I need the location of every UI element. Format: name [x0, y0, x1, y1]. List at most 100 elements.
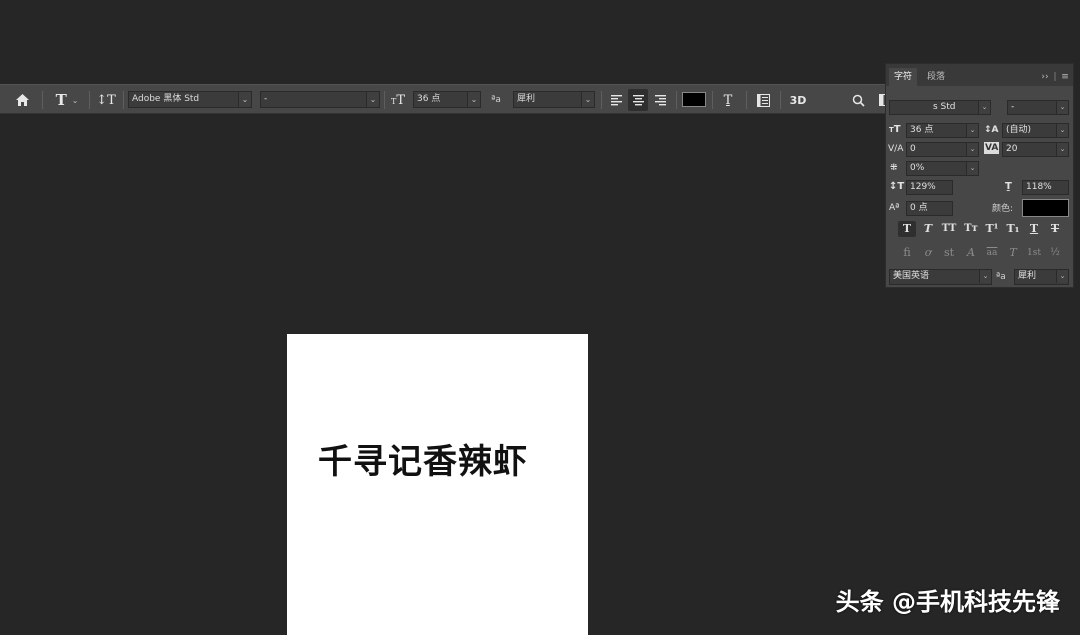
- text-orientation-icon[interactable]: ↕T: [94, 85, 118, 115]
- superscript-button[interactable]: T¹: [983, 221, 1001, 237]
- font-style-value: -: [264, 94, 268, 104]
- type-tool-preset-picker[interactable]: T ⌄: [50, 85, 84, 115]
- canvas-text-layer[interactable]: 千寻记香辣虾: [318, 434, 528, 483]
- panel-vertical-scale-value: 129%: [910, 182, 936, 192]
- font-size-select[interactable]: 36 点 ⌄: [413, 91, 481, 108]
- panel-leading-value: (自动): [1006, 125, 1032, 135]
- strikethrough-button[interactable]: T: [1046, 221, 1064, 237]
- panel-leading-select[interactable]: (自动) ⌄: [1002, 123, 1069, 138]
- tsume-icon: ⁜: [890, 163, 898, 173]
- panel-kerning-select[interactable]: 0 ⌄: [906, 142, 979, 157]
- font-family-select[interactable]: Adobe 黑体 Std ⌄: [128, 91, 252, 108]
- search-icon[interactable]: [848, 85, 868, 115]
- options-bar: T ⌄ ↕T Adobe 黑体 Std ⌄ - ⌄ TT 36 点 ⌄ ªa 犀…: [0, 84, 938, 114]
- chevron-down-icon: ⌄: [1056, 124, 1068, 137]
- chevron-down-icon: ⌄: [966, 162, 978, 175]
- ligatures-button[interactable]: fi: [898, 245, 916, 261]
- character-panel: 字符 段落 ›› | ≡ s Std ⌄ - ⌄ TT 36 点 ⌄ ↕A (自…: [885, 63, 1074, 288]
- font-size-icon: TT: [889, 124, 901, 135]
- discretionary-ligatures-button[interactable]: ơ: [919, 245, 937, 261]
- tracking-icon: VA: [984, 142, 1000, 154]
- stylistic-alternates-button[interactable]: aa: [983, 245, 1001, 261]
- character-panel-toggle-icon[interactable]: [752, 85, 774, 115]
- faux-italic-button[interactable]: T: [919, 221, 937, 237]
- panel-menu-icon[interactable]: ≡: [1058, 68, 1072, 86]
- separator: [676, 91, 677, 109]
- contextual-alternates-button[interactable]: st: [940, 245, 958, 261]
- panel-kerning-value: 0: [910, 144, 916, 154]
- font-style-select[interactable]: - ⌄: [260, 91, 380, 108]
- font-size-icon: TT: [390, 92, 405, 108]
- panel-horizontal-scale-value: 118%: [1026, 182, 1052, 192]
- chevron-down-icon: ⌄: [366, 92, 379, 107]
- panel-tsume-select[interactable]: 0% ⌄: [906, 161, 979, 176]
- chevron-down-icon: ⌄: [966, 143, 978, 156]
- panel-font-family-value: s Std: [933, 102, 956, 112]
- font-family-value: Adobe 黑体 Std: [132, 94, 200, 104]
- separator: [601, 91, 602, 109]
- subscript-button[interactable]: T₁: [1004, 221, 1022, 237]
- panel-vertical-scale-input[interactable]: 129%: [906, 180, 953, 195]
- tab-character[interactable]: 字符: [889, 68, 917, 86]
- panel-tracking-value: 20: [1006, 144, 1018, 154]
- panel-tsume-value: 0%: [910, 163, 925, 173]
- home-icon[interactable]: [8, 85, 36, 115]
- chevron-down-icon: ⌄: [581, 92, 594, 107]
- warp-text-icon[interactable]: Ṯ: [717, 85, 739, 115]
- 3d-button[interactable]: 3D: [786, 85, 810, 115]
- chevron-down-icon: ⌄: [1056, 101, 1068, 114]
- vertical-scale-icon: ↕T: [889, 181, 905, 192]
- align-left-icon[interactable]: [606, 85, 626, 115]
- chevron-down-icon: ⌄: [467, 92, 480, 107]
- separator: [42, 91, 43, 109]
- chevron-down-icon: ⌄: [1056, 143, 1068, 156]
- anti-alias-icon: ªa: [996, 272, 1006, 282]
- chevron-down-icon: ⌄: [1056, 270, 1068, 283]
- separator: [712, 91, 713, 109]
- panel-tracking-select[interactable]: 20 ⌄: [1002, 142, 1069, 157]
- baseline-shift-icon: Aª: [889, 203, 900, 213]
- panel-font-style-select[interactable]: - ⌄: [1007, 100, 1069, 115]
- titling-alternates-button[interactable]: T: [1004, 245, 1022, 261]
- panel-anti-alias-value: 犀利: [1018, 271, 1037, 281]
- separator: [89, 91, 90, 109]
- color-label: 颜色:: [992, 204, 1014, 214]
- chevron-down-icon: ⌄: [978, 101, 990, 114]
- panel-anti-alias-select[interactable]: 犀利 ⌄: [1014, 269, 1069, 285]
- fractions-button[interactable]: ½: [1046, 245, 1064, 261]
- small-caps-button[interactable]: Tт: [962, 221, 980, 237]
- type-tool-icon: T: [55, 91, 67, 109]
- kerning-icon: V/A: [888, 144, 904, 154]
- panel-tab-bar: 字符 段落 ›› | ≡: [886, 64, 1073, 86]
- language-value: 美国英语: [893, 271, 930, 281]
- panel-font-size-select[interactable]: 36 点 ⌄: [906, 123, 979, 138]
- panel-horizontal-scale-input[interactable]: 118%: [1022, 180, 1069, 195]
- separator: [384, 91, 385, 109]
- separator: [123, 91, 124, 109]
- anti-alias-select[interactable]: 犀利 ⌄: [513, 91, 595, 108]
- panel-baseline-shift-input[interactable]: 0 点: [906, 201, 953, 216]
- underline-button[interactable]: T: [1025, 221, 1043, 237]
- document-canvas[interactable]: 千寻记香辣虾: [287, 334, 588, 635]
- align-center-icon[interactable]: [628, 89, 648, 111]
- text-color-swatch[interactable]: [682, 92, 706, 107]
- watermark: 头条 @手机科技先锋: [835, 588, 1060, 616]
- panel-baseline-shift-value: 0 点: [910, 203, 928, 213]
- anti-alias-icon: ªa: [491, 95, 501, 105]
- swash-button[interactable]: A: [962, 245, 980, 261]
- font-size-value: 36 点: [417, 94, 441, 104]
- align-right-icon[interactable]: [650, 85, 670, 115]
- chevron-down-icon: ⌄: [71, 95, 79, 105]
- faux-bold-button[interactable]: T: [898, 221, 916, 237]
- panel-font-family-select[interactable]: s Std ⌄: [889, 100, 991, 115]
- horizontal-scale-icon: Ṯ: [1005, 181, 1012, 192]
- collapse-panel-icon[interactable]: ››: [1038, 68, 1052, 86]
- chevron-down-icon: ⌄: [979, 270, 991, 283]
- all-caps-button[interactable]: TT: [940, 221, 958, 237]
- chevron-down-icon: ⌄: [966, 124, 978, 137]
- separator: [746, 91, 747, 109]
- ordinals-button[interactable]: 1st: [1025, 245, 1043, 261]
- tab-paragraph[interactable]: 段落: [922, 68, 950, 86]
- panel-color-swatch[interactable]: [1022, 199, 1069, 217]
- language-select[interactable]: 美国英语 ⌄: [889, 269, 992, 285]
